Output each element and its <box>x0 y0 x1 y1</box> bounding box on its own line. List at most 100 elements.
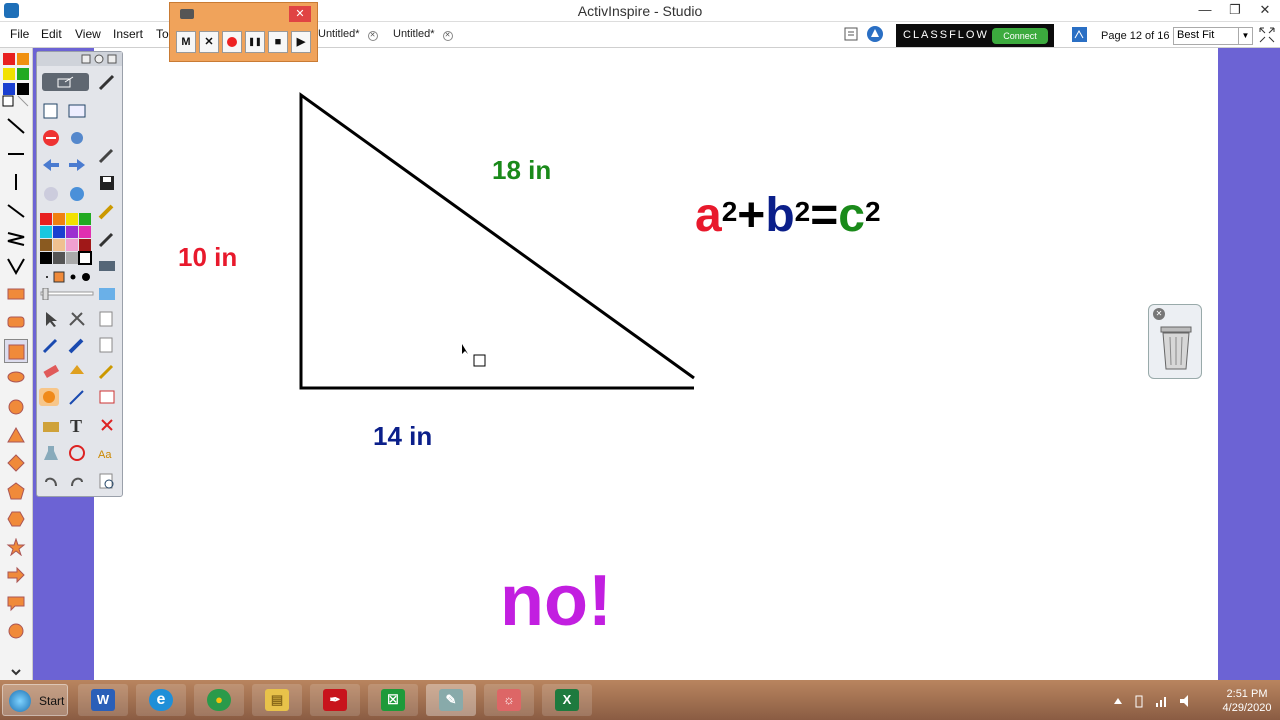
pen-width-selector[interactable] <box>39 270 95 284</box>
insert-page-icon[interactable] <box>97 336 117 354</box>
magic-ink-pen-icon[interactable] <box>97 362 117 380</box>
activinspire-icon: ✎ <box>439 689 463 711</box>
tray-icons[interactable] <box>1112 694 1212 708</box>
leg-a-label[interactable]: 10 in <box>178 242 237 273</box>
globe-icon[interactable] <box>67 185 87 203</box>
mouse-cursor-icon <box>462 344 486 367</box>
taskbar-explorer[interactable]: ▤ <box>252 684 302 716</box>
windows-orb-icon <box>9 690 31 712</box>
pen-tool-icon[interactable] <box>97 73 117 91</box>
trash-can[interactable]: ✕ <box>1148 304 1202 379</box>
export-icon <box>57 76 74 88</box>
clear-icon[interactable] <box>97 388 117 406</box>
toolbox-controls-icon[interactable] <box>81 54 121 64</box>
internet-explorer-icon: e <box>149 689 173 711</box>
snipping-tool-icon: ☼ <box>497 689 521 711</box>
windows-taskbar: Start W e ● ▤ ✒ ☒ ✎ ☼ X 2:51 PM 4/29/202… <box>0 680 1280 720</box>
beaker-icon[interactable] <box>41 444 61 462</box>
zoom-page-icon[interactable] <box>97 472 117 490</box>
trash-icon <box>1160 326 1192 370</box>
start-button[interactable]: Start <box>2 684 68 716</box>
fill-icon[interactable] <box>67 362 87 380</box>
stop-button[interactable]: ■ <box>268 31 288 53</box>
excel-icon: X <box>555 689 579 711</box>
taskbar-excel[interactable]: X <box>542 684 592 716</box>
word-icon: W <box>91 689 115 711</box>
select-arrow-icon[interactable] <box>41 310 61 328</box>
duplicate-page-icon[interactable] <box>97 310 117 328</box>
leg-b-label[interactable]: 14 in <box>373 421 432 452</box>
system-clock[interactable]: 2:51 PM 4/29/2020 <box>1222 687 1272 715</box>
undo-icon[interactable] <box>41 185 61 203</box>
delete-icon[interactable] <box>97 416 117 434</box>
save-icon[interactable] <box>97 174 117 192</box>
triangle-drawing[interactable] <box>0 0 1280 720</box>
eraser-icon[interactable] <box>41 362 61 380</box>
formula-exp-c: 2 <box>864 196 881 227</box>
system-tray: 2:51 PM 4/29/2020 <box>1112 684 1272 716</box>
handwriting-recognition-icon[interactable]: Aa <box>97 444 117 462</box>
main-toolbox: T Aa <box>36 51 123 497</box>
redo-arrow-icon[interactable] <box>67 472 87 490</box>
clapperboard-icon[interactable] <box>41 416 61 434</box>
recorder-icon <box>180 9 194 19</box>
undo-arrow-icon[interactable] <box>41 472 61 490</box>
recorder-cancel-button[interactable]: ✕ <box>199 31 219 53</box>
recorder-mode-button[interactable]: M <box>176 31 196 53</box>
formula-plus: + <box>737 189 766 242</box>
start-label: Start <box>39 694 65 708</box>
toolbox-menu-button[interactable] <box>42 73 89 91</box>
taskbar-activinspire[interactable]: ✎ <box>426 684 476 716</box>
formula-exp-b: 2 <box>794 196 811 227</box>
pythagorean-formula[interactable]: a2+b2=c2 <box>695 186 881 246</box>
store-icon: ☒ <box>381 689 405 711</box>
screen-recorder-window[interactable]: ✕ M ✕ ❚❚ ■ ▶ <box>169 2 318 62</box>
pause-button[interactable]: ❚❚ <box>245 31 265 53</box>
chrome-icon: ● <box>207 689 231 711</box>
next-page-icon[interactable] <box>67 156 87 174</box>
toolbox-color-grid[interactable] <box>39 212 95 268</box>
acrobat-icon: ✒ <box>323 689 347 711</box>
record-icon <box>227 37 237 47</box>
previous-page-icon[interactable] <box>41 156 61 174</box>
desktop-tools-icon[interactable] <box>67 310 87 328</box>
file-explorer-icon: ▤ <box>265 689 289 711</box>
play-button[interactable]: ▶ <box>291 31 311 53</box>
no-entry-icon[interactable] <box>41 129 61 147</box>
record-button[interactable] <box>222 31 242 53</box>
tools-icon[interactable] <box>67 129 87 147</box>
answer-text[interactable]: no! <box>500 560 612 642</box>
close-icon[interactable]: ✕ <box>1153 308 1165 320</box>
svg-text:Aa: Aa <box>98 449 112 461</box>
formula-a: a <box>695 189 722 242</box>
recorder-close-button[interactable]: ✕ <box>289 6 311 22</box>
taskbar-store[interactable]: ☒ <box>368 684 418 716</box>
formula-equals: = <box>810 189 839 242</box>
browser-icon[interactable] <box>67 102 87 120</box>
hypotenuse-label[interactable]: 18 in <box>492 155 551 186</box>
marker-icon[interactable] <box>97 146 117 164</box>
pen-width-slider[interactable] <box>39 288 95 300</box>
connector-tool-icon[interactable] <box>67 388 87 406</box>
taskbar-ie[interactable]: e <box>136 684 186 716</box>
formula-c: c <box>838 189 865 242</box>
taskbar-word[interactable]: W <box>78 684 128 716</box>
highlighter-blue-icon[interactable] <box>67 336 87 354</box>
shape-tool-icon[interactable] <box>39 388 59 406</box>
taskbar-snipping[interactable]: ☼ <box>484 684 534 716</box>
svg-text:T: T <box>70 416 82 434</box>
formula-exp-a: 2 <box>721 196 738 227</box>
camera-icon[interactable] <box>97 256 117 274</box>
reset-icon[interactable] <box>67 444 87 462</box>
page-reset-icon[interactable] <box>97 284 117 302</box>
clock-date: 4/29/2020 <box>1222 702 1272 714</box>
clock-time: 2:51 PM <box>1226 688 1268 700</box>
highlighter-icon[interactable] <box>97 202 117 220</box>
right-triangle <box>299 92 695 390</box>
taskbar-chrome[interactable]: ● <box>194 684 244 716</box>
flipchart-icon[interactable] <box>41 102 61 120</box>
text-tool-icon[interactable]: T <box>67 416 87 434</box>
pen-icon[interactable] <box>41 336 61 354</box>
taskbar-acrobat[interactable]: ✒ <box>310 684 360 716</box>
magic-ink-icon[interactable] <box>97 230 117 248</box>
